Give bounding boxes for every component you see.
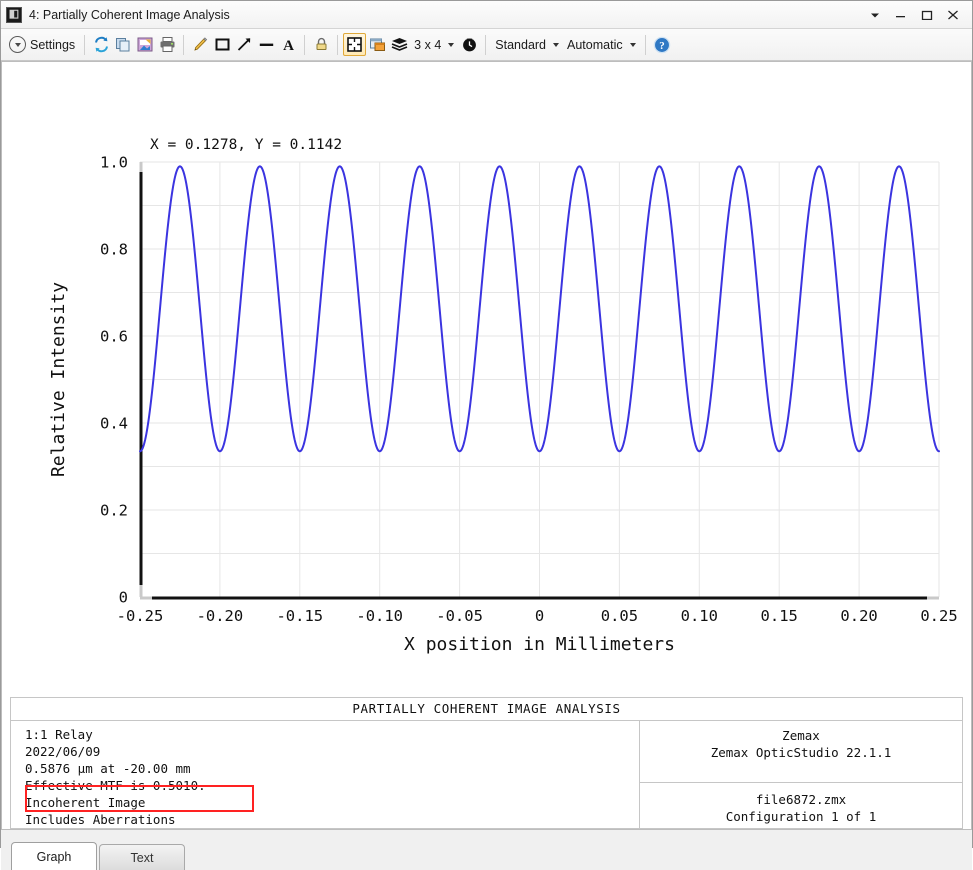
- report-left-column: 1:1 Relay 2022/06/09 0.5876 µm at -20.00…: [11, 721, 640, 828]
- refresh-icon[interactable]: [90, 34, 112, 56]
- window-controls: [862, 1, 966, 28]
- text-icon[interactable]: A: [277, 34, 299, 56]
- grid-layout-select[interactable]: 3 x 4: [410, 32, 458, 58]
- plot-area[interactable]: 0 0.2 0.4 0.6 0.8 1.0 -0.25 -0.20 -0.15 -0.10 -0.0…: [2, 62, 971, 697]
- x-tick-label: 0: [535, 607, 544, 625]
- report-body: 1:1 Relay 2022/06/09 0.5876 µm at -20.00…: [11, 721, 962, 828]
- toolbar-separator: [183, 35, 184, 55]
- tab-text-label: Text: [131, 851, 154, 865]
- report-line: Incoherent Image: [25, 794, 639, 811]
- app-icon-glyph: ◧: [9, 9, 19, 20]
- close-button[interactable]: [940, 4, 966, 26]
- fit-window-icon[interactable]: [343, 33, 366, 56]
- x-tick-label: 0.10: [681, 607, 718, 625]
- arrow-icon[interactable]: [233, 34, 255, 56]
- toolbar-separator: [645, 35, 646, 55]
- grid-layout-value: 3 x 4: [414, 38, 441, 52]
- x-axis-title: X position in Millimeters: [404, 634, 675, 655]
- report-panel: PARTIALLY COHERENT IMAGE ANALYSIS 1:1 Re…: [10, 697, 963, 829]
- rectangle-icon[interactable]: [211, 34, 233, 56]
- x-tick-label: 0.05: [601, 607, 638, 625]
- layers-icon[interactable]: [388, 34, 410, 56]
- maximize-button[interactable]: [914, 4, 940, 26]
- analysis-window: ◧ 4: Partially Coherent Image Analysis S…: [0, 0, 973, 848]
- vendor-product: Zemax OpticStudio 22.1.1: [640, 744, 962, 761]
- lock-icon[interactable]: [310, 34, 332, 56]
- detach-window-icon[interactable]: [366, 34, 388, 56]
- effective-mtf-row: Effective MTF is 0.5010.: [25, 777, 639, 794]
- view-tabs: Graph Text: [1, 830, 972, 870]
- report-line: Includes Aberrations: [25, 811, 639, 828]
- x-tick-label: 0.15: [761, 607, 798, 625]
- toolbar-separator: [304, 35, 305, 55]
- settings-button[interactable]: Settings: [5, 32, 79, 58]
- y-tick-label: 0.4: [100, 415, 128, 433]
- help-icon[interactable]: ?: [651, 34, 673, 56]
- toolbar-separator: [337, 35, 338, 55]
- analysis-content: 0 0.2 0.4 0.6 0.8 1.0 -0.25 -0.20 -0.15 -0.10 -0.0…: [1, 61, 972, 830]
- report-vendor-block: Zemax Zemax OpticStudio 22.1.1: [640, 721, 962, 783]
- x-tick-label: -0.05: [436, 607, 483, 625]
- configuration: Configuration 1 of 1: [640, 808, 962, 825]
- cursor-readout: X = 0.1278, Y = 0.1142: [150, 137, 342, 153]
- y-tick-label: 0: [119, 589, 128, 607]
- analysis-toolbar: Settings: [1, 29, 972, 61]
- x-tick-label: -0.15: [276, 607, 323, 625]
- x-tick-label: -0.25: [117, 607, 164, 625]
- style-select[interactable]: Standard: [491, 32, 563, 58]
- report-line: 1:1 Relay: [25, 726, 639, 743]
- report-file-block: file6872.zmx Configuration 1 of 1: [640, 783, 962, 828]
- y-axis-title: Relative Intensity: [48, 282, 69, 477]
- style-select-value: Standard: [495, 38, 546, 52]
- toolbar-separator: [485, 35, 486, 55]
- settings-label: Settings: [30, 38, 75, 52]
- report-heading: PARTIALLY COHERENT IMAGE ANALYSIS: [11, 698, 962, 721]
- chevron-down-icon: [553, 43, 559, 47]
- svg-text:?: ?: [659, 40, 665, 52]
- chevron-down-icon: [448, 43, 454, 47]
- window-menu-button[interactable]: [862, 4, 888, 26]
- minimize-button[interactable]: [888, 4, 914, 26]
- x-tick-label: -0.20: [197, 607, 244, 625]
- report-right-column: Zemax Zemax OpticStudio 22.1.1 file6872.…: [640, 721, 962, 828]
- scale-select[interactable]: Automatic: [563, 32, 640, 58]
- y-tick-label: 1.0: [100, 154, 128, 172]
- report-line: 2022/06/09: [25, 743, 639, 760]
- y-tick-label: 0.6: [100, 328, 128, 346]
- clock-icon[interactable]: [458, 34, 480, 56]
- tab-graph-label: Graph: [37, 850, 72, 864]
- x-tick-label: -0.10: [356, 607, 403, 625]
- print-icon[interactable]: [156, 34, 178, 56]
- copy-icon[interactable]: [112, 34, 134, 56]
- tab-graph[interactable]: Graph: [11, 842, 97, 870]
- window-title: 4: Partially Coherent Image Analysis: [29, 8, 230, 22]
- y-tick-label: 0.2: [100, 502, 128, 520]
- pencil-icon[interactable]: [189, 34, 211, 56]
- x-tick-label: 0.25: [920, 607, 957, 625]
- svg-text:A: A: [283, 38, 294, 53]
- x-tick-label: 0.20: [840, 607, 877, 625]
- report-line: 0.5876 µm at -20.00 mm: [25, 760, 639, 777]
- save-image-icon[interactable]: [134, 34, 156, 56]
- scale-select-value: Automatic: [567, 38, 623, 52]
- chevron-down-icon: [9, 36, 26, 53]
- vendor-name: Zemax: [640, 727, 962, 744]
- window-titlebar: ◧ 4: Partially Coherent Image Analysis: [1, 1, 972, 29]
- y-tick-label: 0.8: [100, 241, 128, 259]
- app-icon: ◧: [6, 7, 22, 23]
- file-name: file6872.zmx: [640, 791, 962, 808]
- report-line-effective-mtf: Effective MTF is 0.5010.: [25, 778, 206, 793]
- line-icon[interactable]: [255, 34, 277, 56]
- intensity-plot: 0 0.2 0.4 0.6 0.8 1.0 -0.25 -0.20 -0.15 -0.10 -0.0…: [2, 62, 973, 697]
- chevron-down-icon: [630, 43, 636, 47]
- toolbar-separator: [84, 35, 85, 55]
